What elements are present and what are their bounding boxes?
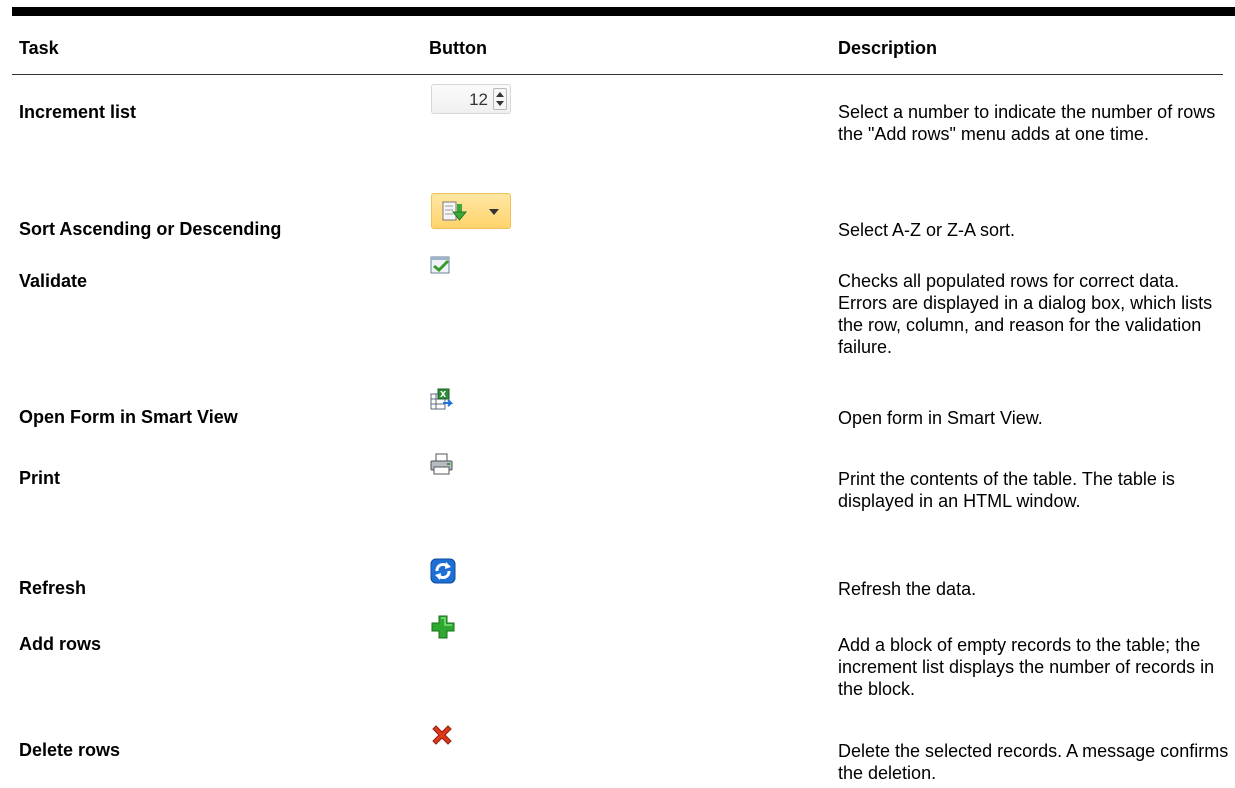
increment-list-spinner[interactable]: 12 bbox=[431, 84, 511, 114]
top-rule bbox=[12, 7, 1235, 16]
task-label: Sort Ascending or Descending bbox=[19, 219, 282, 239]
task-label: Print bbox=[19, 468, 61, 488]
task-label: Open Form in Smart View bbox=[19, 407, 238, 427]
description: Delete the selected records. A message c… bbox=[838, 741, 1229, 783]
validate-checkmark-icon[interactable] bbox=[430, 255, 452, 275]
task-label: Refresh bbox=[19, 578, 87, 598]
description: Select A-Z or Z-A sort. bbox=[838, 220, 1016, 240]
sort-button[interactable] bbox=[431, 193, 511, 229]
table-header: Task Button Description bbox=[0, 16, 1235, 73]
header-divider bbox=[12, 74, 1223, 75]
header-description: Description bbox=[838, 38, 938, 58]
task-label: Increment list bbox=[19, 102, 137, 122]
description: Print the contents of the table. The tab… bbox=[838, 469, 1175, 511]
header-button: Button bbox=[429, 38, 487, 58]
description: Add a block of empty records to the tabl… bbox=[838, 635, 1215, 699]
description: Select a number to indicate the number o… bbox=[838, 102, 1216, 144]
smart-view-icon[interactable]: X bbox=[429, 388, 453, 412]
chevron-down-icon[interactable] bbox=[489, 209, 499, 215]
description: Checks all populated rows for correct da… bbox=[838, 271, 1213, 357]
increment-value: 12 bbox=[469, 90, 488, 109]
spinner-arrows-icon[interactable] bbox=[493, 88, 507, 110]
task-label: Delete rows bbox=[19, 740, 121, 760]
svg-text:X: X bbox=[440, 390, 447, 399]
arrow-up-icon[interactable] bbox=[496, 92, 504, 97]
description: Refresh the data. bbox=[838, 579, 977, 599]
header-task: Task bbox=[19, 38, 59, 58]
description: Open form in Smart View. bbox=[838, 408, 1043, 428]
delete-x-icon[interactable] bbox=[430, 723, 454, 747]
refresh-icon[interactable] bbox=[430, 558, 456, 584]
printer-icon[interactable] bbox=[430, 453, 454, 475]
sort-icon bbox=[442, 201, 468, 223]
arrow-down-icon[interactable] bbox=[496, 101, 504, 106]
task-label: Add rows bbox=[19, 634, 102, 654]
task-label: Validate bbox=[19, 271, 88, 291]
add-plus-icon[interactable] bbox=[431, 615, 455, 639]
